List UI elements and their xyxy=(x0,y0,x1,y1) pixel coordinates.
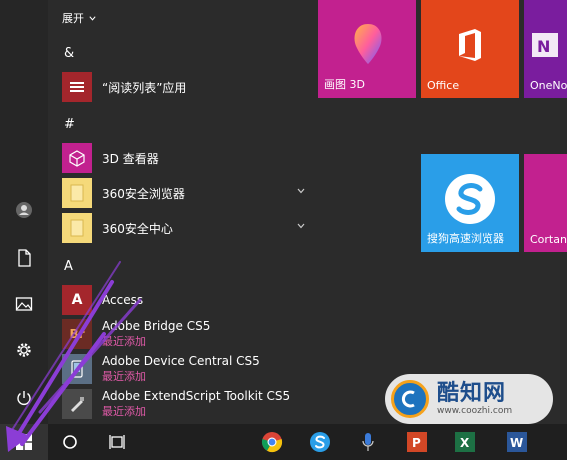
tile-label: OneNo xyxy=(530,79,567,92)
tile-paint-3d[interactable]: 画图 3D xyxy=(318,0,416,98)
chevron-down-icon xyxy=(89,15,96,21)
user-account-button[interactable] xyxy=(0,190,48,230)
app-adobe-bridge[interactable]: Br Adobe Bridge CS5 最近添加 xyxy=(62,317,318,351)
app-access[interactable]: A Access xyxy=(62,283,318,317)
svg-text:W: W xyxy=(510,436,523,450)
bridge-icon: Br xyxy=(62,319,92,349)
power-icon xyxy=(17,391,31,405)
tile-sogou-browser[interactable]: 搜狗高速浏览器 xyxy=(421,154,519,252)
tile-label: 搜狗高速浏览器 xyxy=(427,232,504,245)
access-icon: A xyxy=(62,285,92,315)
office-icon xyxy=(459,29,481,61)
documents-button[interactable] xyxy=(0,238,48,278)
svg-text:P: P xyxy=(412,436,421,450)
excel-taskbar-button[interactable]: X xyxy=(448,424,482,460)
reading-list-icon xyxy=(62,72,92,102)
document-icon xyxy=(18,249,31,267)
expand-button[interactable]: 展开 xyxy=(62,10,318,26)
start-menu: 展开 & “阅读列表”应用 # 3D 查看器 360安全浏览器 360安全中心 … xyxy=(0,0,567,424)
tile-label: 画图 3D xyxy=(324,78,365,91)
tile-cortana[interactable]: Cortana xyxy=(524,154,567,252)
start-button[interactable] xyxy=(0,424,48,460)
pictures-icon xyxy=(15,297,33,311)
coozhi-logo-icon xyxy=(391,380,429,418)
mic-icon xyxy=(362,433,374,451)
tile-label: Cortana xyxy=(530,233,567,246)
paint-3d-icon xyxy=(354,24,382,64)
app-list: 展开 & “阅读列表”应用 # 3D 查看器 360安全浏览器 360安全中心 … xyxy=(48,0,308,424)
settings-icon xyxy=(17,343,31,357)
task-view-button[interactable] xyxy=(100,424,136,460)
folder-icon xyxy=(62,213,92,243)
onenote-icon: N xyxy=(532,33,558,57)
app-name: Access xyxy=(102,293,144,307)
app-name: “阅读列表”应用 xyxy=(102,80,187,95)
app-name: 360安全中心 xyxy=(102,221,173,236)
settings-button[interactable] xyxy=(0,330,48,370)
excel-icon: X xyxy=(455,432,475,452)
app-name: Adobe Device Central CS5 xyxy=(102,354,260,368)
windows-start-icon xyxy=(16,434,32,450)
sogou-taskbar-button[interactable] xyxy=(302,424,338,460)
group-letter-ampersand[interactable]: & xyxy=(64,46,320,61)
word-taskbar-button[interactable]: W xyxy=(500,424,534,460)
app-name: Adobe Bridge CS5 xyxy=(102,319,211,333)
svg-text:N: N xyxy=(537,37,550,56)
extendscript-icon xyxy=(62,389,92,419)
tile-label: Office xyxy=(427,79,460,92)
folder-icon xyxy=(62,178,92,208)
mic-taskbar-button[interactable] xyxy=(350,424,386,460)
start-left-rail xyxy=(0,0,48,424)
svg-text:X: X xyxy=(460,436,470,450)
watermark: 酷知网 www.coozhi.com xyxy=(385,374,553,424)
watermark-brand: 酷知网 xyxy=(437,381,507,406)
3d-viewer-icon xyxy=(62,143,92,173)
app-name: 3D 查看器 xyxy=(102,151,159,166)
app-name: Adobe ExtendScript Toolkit CS5 xyxy=(102,389,291,403)
pictures-button[interactable] xyxy=(0,284,48,324)
recently-added-badge: 最近添加 xyxy=(102,405,146,418)
device-central-icon xyxy=(62,354,92,384)
group-letter-hash[interactable]: # xyxy=(64,117,320,132)
recently-added-badge: 最近添加 xyxy=(102,370,146,383)
chrome-taskbar-button[interactable] xyxy=(254,424,290,460)
chrome-icon xyxy=(261,432,283,453)
app-360-security[interactable]: 360安全中心 xyxy=(62,211,318,245)
chevron-down-icon[interactable] xyxy=(296,186,306,196)
chevron-down-icon[interactable] xyxy=(296,221,306,231)
search-button[interactable] xyxy=(52,424,88,460)
app-adobe-device-central[interactable]: Adobe Device Central CS5 最近添加 xyxy=(62,352,318,386)
search-circle-icon xyxy=(63,435,77,449)
taskbar: P X W xyxy=(0,424,567,460)
sogou-icon xyxy=(310,432,330,452)
watermark-url: www.coozhi.com xyxy=(437,406,513,416)
app-3d-viewer[interactable]: 3D 查看器 xyxy=(62,141,318,175)
power-button[interactable] xyxy=(0,378,48,418)
app-360-browser[interactable]: 360安全浏览器 xyxy=(62,176,318,210)
powerpoint-taskbar-button[interactable]: P xyxy=(400,424,434,460)
word-icon: W xyxy=(507,432,527,452)
user-icon xyxy=(16,202,32,218)
sogou-icon xyxy=(445,174,495,224)
tile-onenote[interactable]: N OneNo xyxy=(524,0,567,98)
app-reading-list[interactable]: “阅读列表”应用 xyxy=(62,70,318,104)
group-letter-a[interactable]: A xyxy=(64,259,320,274)
app-name: 360安全浏览器 xyxy=(102,186,185,201)
app-adobe-extendscript[interactable]: Adobe ExtendScript Toolkit CS5 最近添加 xyxy=(62,387,318,421)
tile-office[interactable]: Office xyxy=(421,0,519,98)
powerpoint-icon: P xyxy=(407,432,427,452)
recently-added-badge: 最近添加 xyxy=(102,335,146,348)
expand-label: 展开 xyxy=(62,12,84,25)
task-view-icon xyxy=(109,435,125,449)
